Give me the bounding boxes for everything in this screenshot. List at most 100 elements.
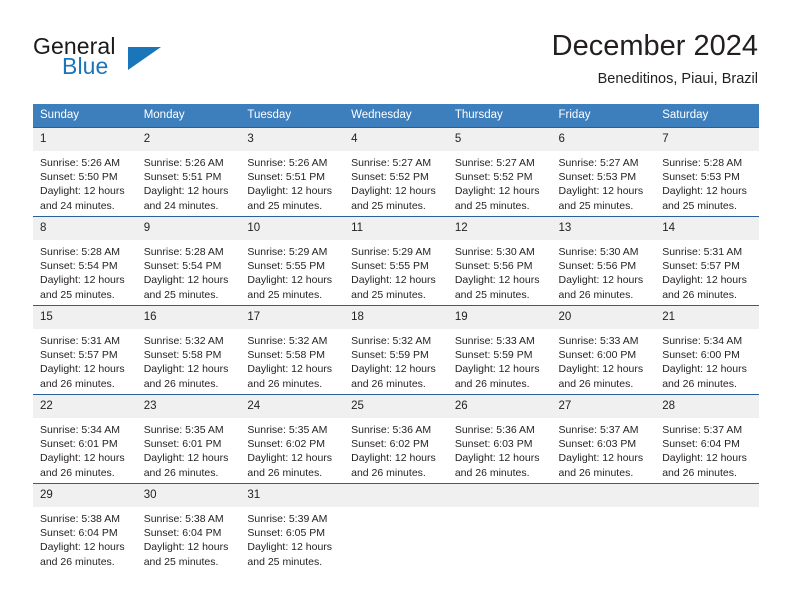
day-cell[interactable]: 17 Sunrise: 5:32 AM Sunset: 5:58 PM Dayligh… [240, 305, 345, 395]
sunrise-text: Sunrise: 5:29 AM [247, 246, 328, 258]
day-number [655, 484, 759, 507]
calendar-week-row: 8 Sunrise: 5:28 AM Sunset: 5:54 PM Daylight… [33, 216, 759, 306]
day-details [344, 507, 448, 512]
sunset-text: Sunset: 5:57 PM [40, 349, 118, 362]
daylight-text-line1: Daylight: 12 hours [143, 274, 229, 287]
day-number: 6 [551, 128, 656, 151]
day-cell[interactable]: 5 Sunrise: 5:27 AM Sunset: 5:52 PM Daylight… [447, 127, 552, 217]
day-number: 22 [33, 395, 137, 418]
day-number: 2 [136, 128, 241, 151]
day-cell[interactable]: 24 Sunrise: 5:35 AM Sunset: 6:02 PM Dayligh… [240, 394, 345, 484]
sunset-text: Sunset: 6:05 PM [247, 527, 326, 540]
day-number: 3 [240, 128, 345, 151]
daylight-text-line2: and 25 minutes. [247, 288, 323, 301]
weekday-header-saturday: Saturday [655, 104, 759, 128]
daylight-text-line1: Daylight: 12 hours [454, 274, 540, 287]
day-details: Sunrise: 5:37 AM Sunset: 6:04 PM Daylight:… [655, 418, 759, 480]
day-cell[interactable]: 16 Sunrise: 5:32 AM Sunset: 5:58 PM Dayligh… [136, 305, 241, 395]
daylight-text-line2: and 26 minutes. [558, 288, 634, 301]
sunset-text: Sunset: 5:57 PM [662, 260, 740, 273]
sunset-text: Sunset: 5:56 PM [558, 260, 637, 273]
daylight-text-line2: and 26 minutes. [351, 466, 426, 479]
daylight-text-line1: Daylight: 12 hours [40, 185, 125, 198]
day-cell[interactable]: 27 Sunrise: 5:37 AM Sunset: 6:03 PM Dayligh… [551, 394, 656, 484]
day-details: Sunrise: 5:30 AM Sunset: 5:56 PM Daylight:… [552, 240, 656, 302]
day-cell[interactable]: 20 Sunrise: 5:33 AM Sunset: 6:00 PM Dayligh… [551, 305, 656, 395]
day-cell[interactable]: 13 Sunrise: 5:30 AM Sunset: 5:56 PM Dayligh… [551, 216, 656, 306]
sunrise-text: Sunrise: 5:33 AM [454, 335, 535, 347]
day-cell[interactable]: 7 Sunrise: 5:28 AM Sunset: 5:53 PM Daylight… [655, 127, 759, 217]
daylight-text-line2: and 25 minutes. [558, 199, 634, 212]
day-cell[interactable]: 14 Sunrise: 5:31 AM Sunset: 5:57 PM Dayligh… [655, 216, 759, 306]
daylight-text-line2: and 26 minutes. [247, 377, 323, 390]
day-cell[interactable]: 15 Sunrise: 5:31 AM Sunset: 5:57 PM Dayligh… [33, 305, 137, 395]
day-details: Sunrise: 5:33 AM Sunset: 5:59 PM Daylight:… [448, 329, 552, 391]
sunset-text: Sunset: 6:04 PM [662, 438, 740, 451]
day-cell[interactable]: 21 Sunrise: 5:34 AM Sunset: 6:00 PM Dayligh… [655, 305, 759, 395]
sunrise-text: Sunrise: 5:26 AM [247, 157, 328, 169]
sunrise-text: Sunrise: 5:36 AM [454, 424, 535, 436]
day-cell[interactable]: 4 Sunrise: 5:27 AM Sunset: 5:52 PM Daylight… [344, 127, 448, 217]
day-details: Sunrise: 5:28 AM Sunset: 5:53 PM Daylight:… [655, 151, 759, 213]
day-cell[interactable]: 2 Sunrise: 5:26 AM Sunset: 5:51 PM Daylight… [136, 127, 241, 217]
day-number: 7 [655, 128, 759, 151]
sunset-text: Sunset: 6:04 PM [40, 527, 118, 540]
sunset-text: Sunset: 6:00 PM [558, 349, 637, 362]
location-subtitle: Beneditinos, Piaui, Brazil [597, 71, 758, 87]
sunset-text: Sunset: 5:59 PM [454, 349, 533, 362]
day-cell[interactable]: 8 Sunrise: 5:28 AM Sunset: 5:54 PM Daylight… [33, 216, 137, 306]
day-cell[interactable]: 12 Sunrise: 5:30 AM Sunset: 5:56 PM Dayligh… [447, 216, 552, 306]
sunset-text: Sunset: 5:54 PM [40, 260, 118, 273]
daylight-text-line1: Daylight: 12 hours [558, 452, 644, 465]
day-details: Sunrise: 5:29 AM Sunset: 5:55 PM Daylight:… [240, 240, 344, 302]
day-cell[interactable]: 31 Sunrise: 5:39 AM Sunset: 6:05 PM Dayligh… [240, 483, 345, 572]
daylight-text-line1: Daylight: 12 hours [143, 363, 229, 376]
day-cell[interactable]: 1 Sunrise: 5:26 AM Sunset: 5:50 PM Daylight… [33, 127, 137, 217]
daylight-text-line2: and 25 minutes. [454, 288, 530, 301]
day-cell[interactable]: 18 Sunrise: 5:32 AM Sunset: 5:59 PM Dayligh… [344, 305, 448, 395]
day-cell[interactable]: 10 Sunrise: 5:29 AM Sunset: 5:55 PM Dayligh… [240, 216, 345, 306]
day-details: Sunrise: 5:36 AM Sunset: 6:03 PM Daylight:… [448, 418, 552, 480]
daylight-text-line1: Daylight: 12 hours [247, 363, 333, 376]
page-header: General Blue December 2024 Beneditinos, … [0, 0, 792, 100]
sunrise-text: Sunrise: 5:27 AM [454, 157, 535, 169]
day-cell[interactable]: 30 Sunrise: 5:38 AM Sunset: 6:04 PM Dayligh… [136, 483, 241, 572]
day-cell[interactable]: 26 Sunrise: 5:36 AM Sunset: 6:03 PM Dayligh… [447, 394, 552, 484]
day-cell[interactable]: 9 Sunrise: 5:28 AM Sunset: 5:54 PM Daylight… [136, 216, 241, 306]
page-title: December 2024 [551, 30, 758, 62]
day-cell[interactable]: 19 Sunrise: 5:33 AM Sunset: 5:59 PM Dayligh… [447, 305, 552, 395]
day-number: 11 [344, 217, 448, 240]
day-cell[interactable]: 25 Sunrise: 5:36 AM Sunset: 6:02 PM Dayligh… [344, 394, 448, 484]
sunrise-text: Sunrise: 5:34 AM [40, 424, 120, 436]
day-cell[interactable]: 6 Sunrise: 5:27 AM Sunset: 5:53 PM Daylight… [551, 127, 656, 217]
day-number: 18 [344, 306, 448, 329]
sunrise-text: Sunrise: 5:37 AM [662, 424, 743, 436]
day-cell[interactable]: 23 Sunrise: 5:35 AM Sunset: 6:01 PM Dayligh… [136, 394, 241, 484]
day-number: 19 [447, 306, 552, 329]
sunrise-text: Sunrise: 5:33 AM [558, 335, 639, 347]
day-cell[interactable]: 29 Sunrise: 5:38 AM Sunset: 6:04 PM Dayligh… [33, 483, 137, 572]
day-details: Sunrise: 5:27 AM Sunset: 5:52 PM Daylight:… [448, 151, 552, 213]
day-cell[interactable]: 3 Sunrise: 5:26 AM Sunset: 5:51 PM Daylight… [240, 127, 345, 217]
daylight-text-line1: Daylight: 12 hours [247, 452, 333, 465]
sunset-text: Sunset: 5:58 PM [143, 349, 222, 362]
sunrise-text: Sunrise: 5:31 AM [662, 246, 743, 258]
daylight-text-line1: Daylight: 12 hours [662, 363, 747, 376]
daylight-text-line1: Daylight: 12 hours [247, 185, 333, 198]
day-number: 15 [33, 306, 137, 329]
sunrise-sunset-calendar-table: Sunday Monday Tuesday Wednesday Thursday… [33, 104, 759, 572]
day-cell[interactable]: 11 Sunrise: 5:29 AM Sunset: 5:55 PM Dayligh… [344, 216, 448, 306]
day-number: 8 [33, 217, 137, 240]
day-cell[interactable]: 28 Sunrise: 5:37 AM Sunset: 6:04 PM Dayligh… [655, 394, 759, 484]
day-details: Sunrise: 5:30 AM Sunset: 5:56 PM Daylight:… [448, 240, 552, 302]
general-blue-logo[interactable]: General Blue [33, 33, 273, 93]
day-number: 21 [655, 306, 759, 329]
daylight-text-line2: and 25 minutes. [143, 555, 219, 568]
day-cell[interactable]: 22 Sunrise: 5:34 AM Sunset: 6:01 PM Dayligh… [33, 394, 137, 484]
sunset-text: Sunset: 5:59 PM [351, 349, 429, 362]
day-number: 23 [136, 395, 241, 418]
sunset-text: Sunset: 5:51 PM [247, 171, 326, 184]
day-cell-empty [344, 483, 448, 572]
sunset-text: Sunset: 5:53 PM [662, 171, 740, 184]
daylight-text-line1: Daylight: 12 hours [351, 185, 436, 198]
